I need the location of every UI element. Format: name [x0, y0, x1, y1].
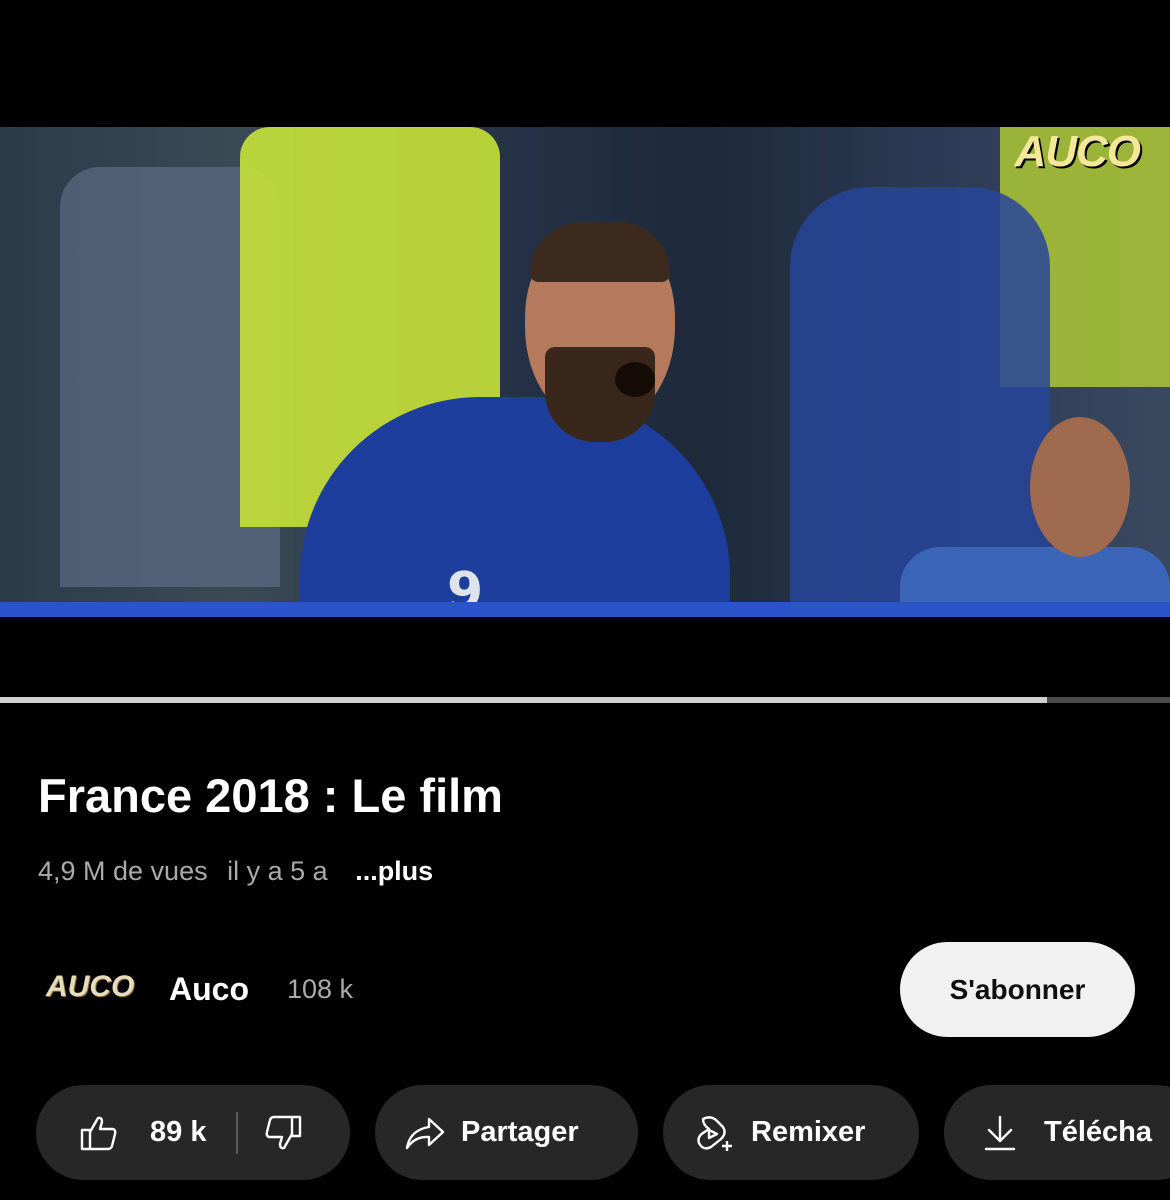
channel-watermark: AUCO — [1014, 127, 1141, 176]
share-arrow-icon — [405, 1117, 445, 1149]
channel-name[interactable]: Auco — [169, 971, 249, 1008]
video-title[interactable]: France 2018 : Le film — [38, 768, 503, 823]
player-hair — [530, 222, 670, 282]
remix-icon — [697, 1115, 732, 1151]
progress-fill — [0, 697, 1048, 703]
upload-age: il y a 5 a — [227, 856, 328, 886]
subscriber-count: 108 k — [287, 974, 354, 1004]
download-button[interactable]: Télécha — [944, 1085, 1170, 1180]
like-dislike-pill: 89 k — [36, 1085, 350, 1180]
video-player[interactable]: 9 AUCO — [0, 0, 1170, 697]
subscribe-button[interactable]: S'abonner — [900, 942, 1135, 1037]
dislike-button[interactable] — [264, 1115, 302, 1151]
video-frame[interactable]: 9 AUCO — [0, 127, 1170, 617]
channel-avatar[interactable]: AUCO — [46, 970, 134, 1010]
share-button[interactable]: Partager — [375, 1085, 638, 1180]
pitch-boards — [0, 602, 1170, 617]
thumbs-down-icon — [266, 1115, 302, 1149]
thumbs-up-icon — [80, 1116, 117, 1150]
like-count: 89 k — [150, 1116, 207, 1148]
video-meta[interactable]: 4,9 M de vues il y a 5 a ...plus — [38, 856, 445, 887]
remix-label: Remixer — [751, 1116, 866, 1148]
like-button[interactable]: 89 k — [36, 1115, 206, 1151]
remix-button[interactable]: Remixer — [663, 1085, 919, 1180]
download-label: Télécha — [1044, 1116, 1152, 1148]
player-mouth — [615, 362, 655, 397]
more-link[interactable]: ...plus — [355, 856, 433, 886]
share-label: Partager — [461, 1116, 579, 1148]
divider — [236, 1111, 239, 1154]
download-icon — [984, 1115, 1016, 1150]
progress-bar[interactable] — [0, 697, 1170, 703]
view-count: 4,9 M de vues — [38, 856, 208, 886]
photographer-head — [1030, 417, 1130, 557]
